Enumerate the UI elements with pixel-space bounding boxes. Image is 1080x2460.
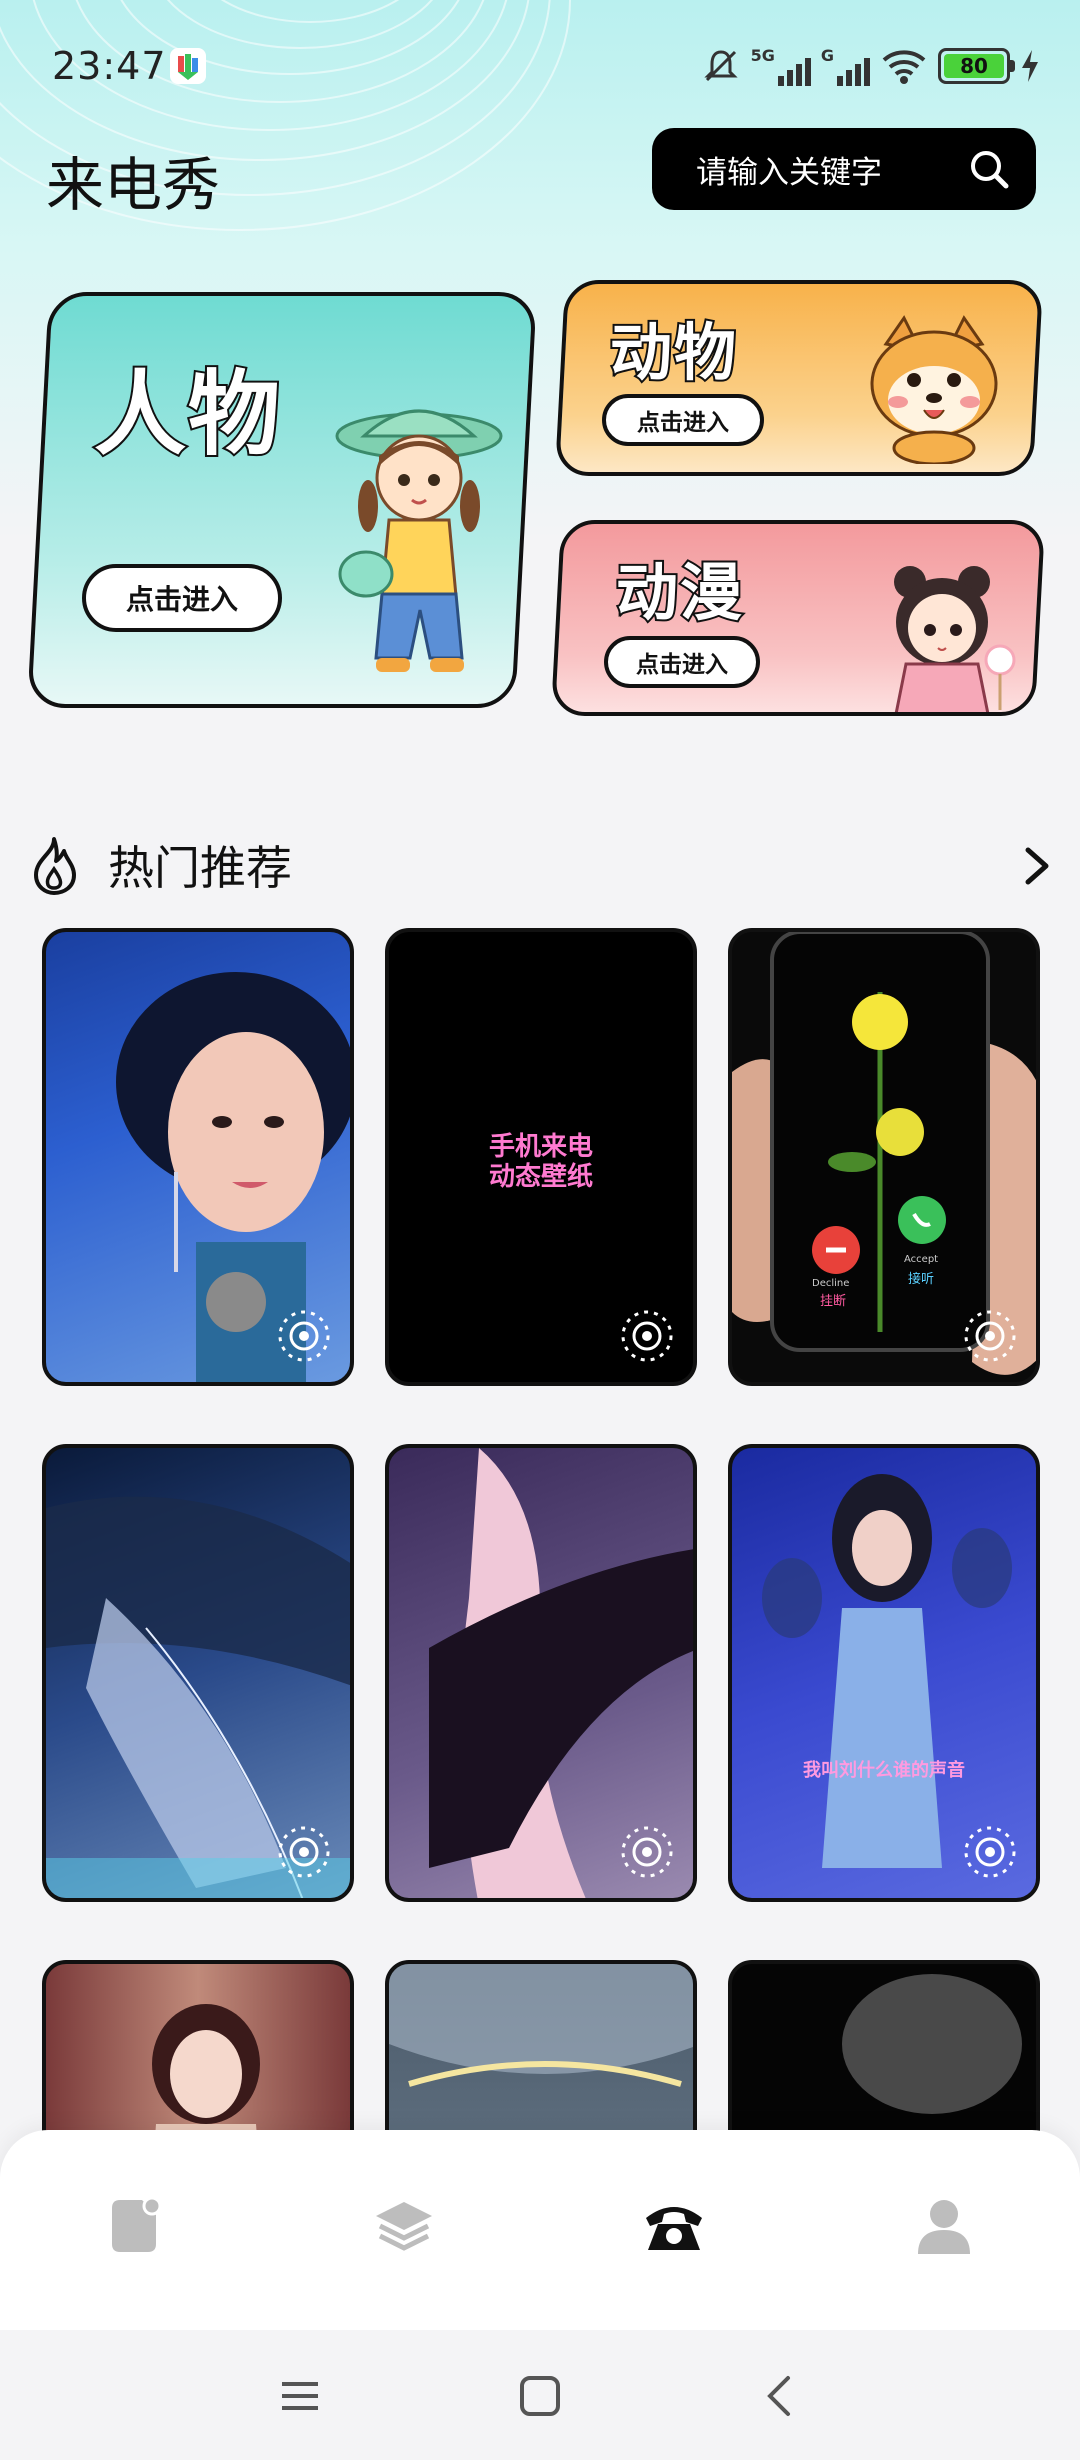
signal-g-icon: G (821, 46, 870, 86)
enter-button[interactable]: 点击进入 (82, 564, 282, 632)
wallpaper-thumb[interactable]: 我叫刘什么谁的声音 (728, 1444, 1040, 1902)
back-icon[interactable] (750, 2366, 810, 2426)
home-icon[interactable] (510, 2366, 570, 2426)
wallpaper-thumb[interactable] (42, 1444, 354, 1902)
chevron-right-icon[interactable] (1016, 844, 1056, 888)
layers-icon (376, 2202, 432, 2251)
category-title: 人物 (92, 359, 284, 470)
wallpaper-thumb[interactable]: 手机来电 动态壁纸 (385, 928, 697, 1386)
category-card-animal[interactable]: 动物 点击进入 (554, 280, 1044, 476)
accept-label: Accept (904, 1254, 939, 1265)
live-wallpaper-icon (964, 1310, 1016, 1362)
nav-profile[interactable] (904, 2186, 984, 2266)
section-title: 热门推荐 (108, 841, 292, 895)
thumb-overlay-text: 我叫刘什么谁的声音 (803, 1760, 965, 1781)
live-wallpaper-icon (964, 1826, 1016, 1878)
wallpaper-thumb[interactable] (385, 1444, 697, 1902)
signal-5g-icon: 5G (751, 46, 811, 86)
wallpaper-thumb[interactable]: Decline 挂断 Accept 接听 (728, 928, 1040, 1386)
charging-icon (1022, 50, 1038, 82)
category-title: 动物 (608, 314, 740, 391)
accept-cn-label: 接听 (908, 1272, 935, 1287)
anime-girl-illustration (894, 566, 1016, 714)
status-icons: 5G G 80 (701, 44, 1040, 88)
signal-5g-label: 5G (750, 46, 775, 65)
mute-icon (703, 50, 738, 82)
category-card-anime[interactable]: 动漫 点击进入 (550, 520, 1046, 716)
shiba-dog-illustration (870, 315, 998, 464)
nav-call-show[interactable] (634, 2186, 714, 2266)
decline-cn-label: 挂断 (820, 1294, 847, 1309)
battery-level: 80 (944, 54, 1004, 78)
status-bar: 23:47 5G G 80 (0, 0, 1080, 130)
search-input[interactable]: 请输入关键字 (696, 147, 882, 192)
signal-g-label: G (820, 46, 834, 65)
nav-wallpaper[interactable] (94, 2186, 174, 2266)
fire-icon (34, 837, 76, 895)
wallpaper-thumb[interactable] (42, 928, 354, 1386)
section-header: 热门推荐 (26, 830, 1056, 900)
live-wallpaper-icon (621, 1826, 673, 1878)
live-wallpaper-icon (278, 1826, 330, 1878)
app-notification-icon (170, 48, 206, 84)
nav-layers[interactable] (364, 2186, 444, 2266)
category-title: 动漫 (614, 554, 746, 631)
wallpaper-icon (112, 2196, 162, 2252)
thumb-overlay-text: 手机来电 动态壁纸 (488, 1132, 593, 1192)
decline-label: Decline (812, 1278, 850, 1289)
phone-icon (646, 2207, 702, 2250)
status-time: 23:47 (52, 44, 167, 88)
wifi-icon (882, 50, 926, 84)
enter-button[interactable]: 点击进入 (604, 636, 760, 688)
menu-icon[interactable] (270, 2366, 330, 2426)
live-wallpaper-icon (278, 1310, 330, 1362)
screen: 23:47 5G G 80 来电秀 请输入关键字 人物 点击进入 动物 点击进入… (0, 0, 1080, 2460)
live-wallpaper-icon (621, 1310, 673, 1362)
bottom-nav (0, 2130, 1080, 2330)
girl-illustration (335, 409, 503, 672)
profile-icon (918, 2200, 970, 2254)
page-title: 来电秀 (46, 151, 221, 219)
system-nav-bar (0, 2330, 1080, 2460)
search-bar[interactable]: 请输入关键字 (652, 128, 1036, 210)
battery-icon: 80 (938, 48, 1015, 84)
enter-button[interactable]: 点击进入 (602, 394, 764, 446)
search-icon[interactable] (968, 148, 1010, 190)
category-card-people[interactable]: 人物 点击进入 (27, 292, 537, 708)
